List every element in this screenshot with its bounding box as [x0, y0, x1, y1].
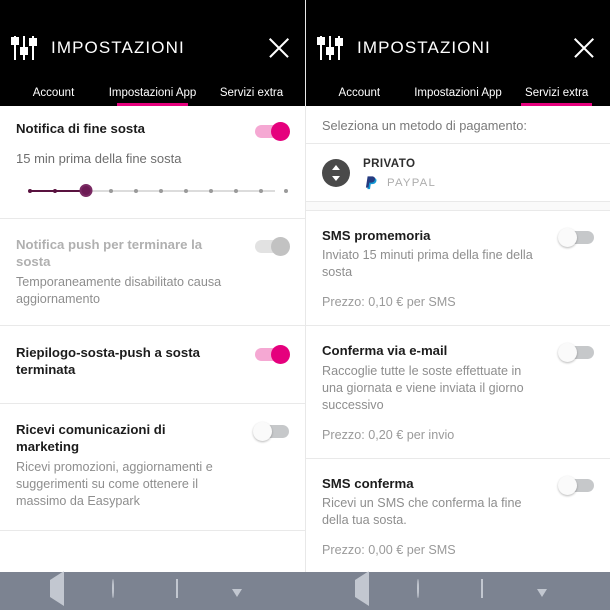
- service-price: Prezzo: 0,20 € per invio: [322, 427, 455, 442]
- close-icon[interactable]: [570, 34, 598, 62]
- payment-method-row[interactable]: PRIVATO PAYPAL: [306, 143, 610, 202]
- home-icon[interactable]: [110, 579, 132, 602]
- settings-list-left: Notifica di fine sosta 15 min prima dell…: [0, 106, 305, 610]
- hide-keyboard-icon[interactable]: [537, 580, 563, 602]
- slider-tick: [259, 188, 263, 193]
- slider-tick: [234, 188, 238, 193]
- equalizer-icon: [10, 35, 38, 61]
- setting-title: Riepilogo-sosta-push a sosta terminata: [16, 344, 200, 378]
- toggle-notifica-fine-sosta[interactable]: [253, 121, 291, 141]
- slider-tick: [28, 188, 32, 193]
- setting-title: Notifica push per terminare la sosta: [16, 236, 203, 270]
- app-bar-right: IMPOSTAZIONI: [306, 22, 610, 74]
- close-icon[interactable]: [265, 34, 293, 62]
- tab-label: Account: [338, 87, 381, 99]
- setting-title: Ricevi comunicazioni di marketing: [16, 421, 166, 455]
- hide-keyboard-icon[interactable]: [232, 580, 258, 602]
- nav-group-right: [305, 571, 610, 610]
- right-phone-panel: IMPOSTAZIONI Account Impostazioni App Se…: [305, 0, 610, 610]
- service-title: SMS promemoria: [322, 228, 431, 243]
- dual-screenshot-container: IMPOSTAZIONI Account Impostazioni App Se…: [0, 0, 610, 610]
- updown-arrows-icon: [322, 158, 350, 187]
- setting-row-riepilogo-sosta: Riepilogo-sosta-push a sosta terminata: [0, 326, 305, 404]
- tab-impostazioni-app[interactable]: Impostazioni App: [103, 87, 202, 106]
- section-divider: [306, 202, 610, 211]
- payment-brand-line: PAYPAL: [363, 174, 436, 191]
- slider-tick: [159, 188, 163, 193]
- tab-servizi-extra[interactable]: Servizi extra: [202, 87, 301, 106]
- service-subtitle: Ricevi un SMS che conferma la fine della…: [322, 496, 522, 528]
- back-icon[interactable]: [47, 571, 69, 606]
- tab-bar-left: Account Impostazioni App Servizi extra: [0, 74, 305, 106]
- tab-account[interactable]: Account: [310, 87, 409, 106]
- toggle-sms-conferma[interactable]: [558, 475, 596, 495]
- paypal-icon: [363, 174, 380, 191]
- extra-services-list: Seleziona un metodo di pagamento: PRIVAT…: [306, 106, 610, 610]
- tab-bar-right: Account Impostazioni App Servizi extra: [306, 74, 610, 106]
- toggle-sms-promemoria[interactable]: [558, 227, 596, 247]
- setting-row-marketing: Ricevi comunicazioni di marketing Ricevi…: [0, 404, 305, 531]
- home-icon[interactable]: [415, 579, 437, 602]
- service-subtitle: Inviato 15 minuti prima della fine della…: [322, 248, 533, 280]
- payment-brand-label: PAYPAL: [387, 176, 436, 189]
- tab-account[interactable]: Account: [4, 87, 103, 106]
- toggle-thumb: [271, 344, 290, 364]
- status-bar-right: [306, 0, 610, 22]
- recents-icon[interactable]: [173, 579, 195, 602]
- service-subtitle: Raccoglie tutte le soste effettuate in u…: [322, 363, 524, 412]
- toggle-thumb: [558, 475, 577, 495]
- equalizer-icon: [316, 35, 344, 61]
- service-title: SMS conferma: [322, 475, 414, 491]
- setting-row-notifica-fine-sosta: Notifica di fine sosta 15 min prima dell…: [0, 106, 305, 219]
- toggle-marketing[interactable]: [253, 421, 291, 441]
- payment-method-header: Seleziona un metodo di pagamento:: [322, 118, 527, 133]
- android-navigation-bar: [0, 571, 610, 610]
- reminder-time-slider[interactable]: [24, 182, 288, 200]
- slider-tick: [109, 188, 113, 193]
- setting-row-notifica-push: Notifica push per terminare la sosta Tem…: [0, 219, 305, 326]
- tab-label: Account: [32, 87, 75, 99]
- payment-method-info: PRIVATO PAYPAL: [363, 154, 436, 191]
- payment-account-name: PRIVATO: [363, 157, 416, 170]
- service-price: Prezzo: 0,10 € per SMS: [322, 295, 456, 310]
- service-price: Prezzo: 0,00 € per SMS: [322, 543, 456, 558]
- slider-tick: [284, 188, 288, 193]
- service-row-sms-promemoria: SMS promemoria Inviato 15 minuti prima d…: [306, 211, 610, 327]
- status-bar-left: [0, 0, 305, 22]
- setting-subtitle: Ricevi promozioni, aggiornamenti e sugge…: [16, 459, 213, 508]
- page-title: IMPOSTAZIONI: [357, 38, 491, 57]
- tab-label: Servizi extra: [525, 87, 589, 99]
- toggle-thumb: [558, 343, 577, 363]
- recents-icon[interactable]: [478, 579, 500, 602]
- app-bar-left: IMPOSTAZIONI: [0, 22, 305, 74]
- toggle-riepilogo-sosta[interactable]: [253, 344, 291, 364]
- toggle-conferma-email[interactable]: [558, 342, 596, 363]
- toggle-thumb: [253, 421, 272, 441]
- toggle-notifica-push[interactable]: [253, 236, 291, 256]
- slider-thumb[interactable]: [79, 184, 93, 198]
- toggle-thumb: [271, 236, 290, 256]
- toggle-thumb: [271, 122, 290, 141]
- nav-group-left: [0, 571, 305, 610]
- slider-tick: [134, 188, 138, 193]
- tab-label: Servizi extra: [219, 87, 284, 99]
- service-row-conferma-email: Conferma via e-mail Raccoglie tutte le s…: [306, 326, 610, 459]
- slider-tick: [209, 188, 213, 193]
- slider-value-label: 15 min prima della fine sosta: [16, 151, 182, 167]
- back-icon[interactable]: [352, 571, 374, 606]
- slider-tick: [184, 188, 188, 193]
- slider-tick: [53, 188, 57, 193]
- toggle-thumb: [558, 228, 577, 247]
- tab-impostazioni-app[interactable]: Impostazioni App: [409, 87, 508, 106]
- page-title: IMPOSTAZIONI: [51, 38, 185, 57]
- tab-servizi-extra[interactable]: Servizi extra: [507, 87, 606, 106]
- tab-label: Impostazioni App: [414, 87, 502, 99]
- service-title: Conferma via e-mail: [322, 343, 448, 359]
- slider-fill: [30, 189, 86, 192]
- setting-title: Notifica di fine sosta: [16, 121, 145, 136]
- service-row-sms-conferma: SMS conferma Ricevi un SMS che conferma …: [306, 459, 610, 573]
- tab-label: Impostazioni App: [108, 87, 197, 99]
- setting-subtitle: Temporaneamente disabilitato causa aggio…: [16, 274, 222, 306]
- left-phone-panel: IMPOSTAZIONI Account Impostazioni App Se…: [0, 0, 305, 610]
